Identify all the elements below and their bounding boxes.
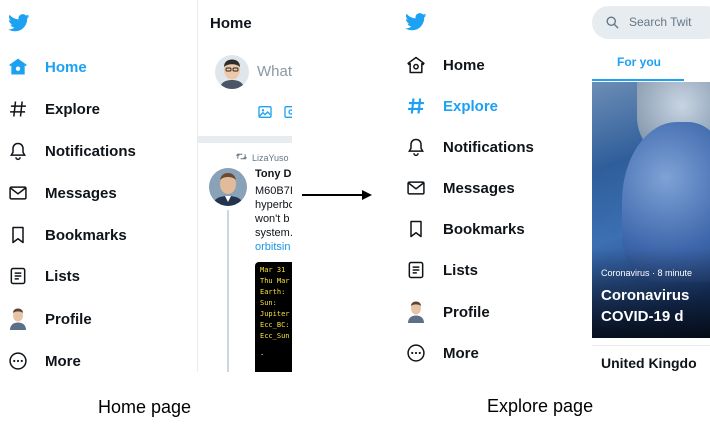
home-page-screenshot: Home Explore Notifications Messages Book… <box>0 0 292 372</box>
active-tab-indicator <box>592 79 684 81</box>
hero-meta-text: Coronavirus · 8 minute <box>601 268 693 278</box>
home-timeline: Home What LizaYuso Tony D M60B7I hyperbo… <box>197 0 292 372</box>
nav-item-more[interactable]: More <box>7 346 81 372</box>
more-icon <box>405 342 427 364</box>
hashtag-icon <box>405 95 427 117</box>
nav-item-label: Bookmarks <box>443 220 525 238</box>
tweet-text-line: hyperbo <box>255 199 292 211</box>
tweet-text-line: M60B7I <box>255 185 292 197</box>
terminal-line: Thu Mar <box>260 277 290 285</box>
retweet-indicator: LizaYuso <box>236 152 289 163</box>
nav-item-lists[interactable]: Lists <box>405 255 478 285</box>
home-icon <box>405 54 427 76</box>
bell-icon <box>405 136 427 158</box>
bell-icon <box>7 140 29 162</box>
terminal-line: Ecc_Sun <box>260 332 290 340</box>
page-title: Home <box>210 15 252 32</box>
terminal-line: Earth: <box>260 288 286 296</box>
hero-headline-line: COVID-19 d <box>601 308 684 325</box>
nav-item-label: Home <box>443 56 485 74</box>
search-placeholder: Search Twit <box>629 15 692 29</box>
nav-item-label: Explore <box>443 97 499 115</box>
nav-item-label: Messages <box>45 184 117 202</box>
tweet-terminal-image[interactable]: Mar 31 Thu Mar Earth: Sun: Jupiter Ecc_B… <box>255 262 292 372</box>
nav-item-label: Notifications <box>45 142 136 160</box>
twitter-logo-icon[interactable] <box>405 13 427 36</box>
avatar[interactable] <box>209 168 247 206</box>
terminal-line: Ecc_BC: <box>260 321 290 329</box>
terminal-line: Jupiter <box>260 310 290 318</box>
nav-item-explore[interactable]: Explore <box>405 91 498 121</box>
gif-icon[interactable] <box>283 104 292 125</box>
tab-for-you[interactable]: For you <box>592 48 684 81</box>
tweet-author-name[interactable]: Tony D <box>255 168 291 180</box>
twitter-logo-icon[interactable] <box>8 14 30 37</box>
explore-page-caption: Explore page <box>487 396 594 416</box>
nav-item-label: Home <box>45 58 87 76</box>
nav-item-lists[interactable]: Lists <box>7 261 80 291</box>
explore-main: Search Twit For you Coronavirus · 8 minu… <box>592 0 710 372</box>
search-icon <box>605 15 620 35</box>
section-divider <box>592 345 710 346</box>
tab-label: For you <box>617 55 661 69</box>
nav-item-label: Notifications <box>443 138 534 156</box>
tweet-text-line: won't b <box>255 213 290 225</box>
nav-item-label: Bookmarks <box>45 226 127 244</box>
home-page-caption: Home page <box>98 397 192 417</box>
retweet-by-text: LizaYuso <box>252 152 289 163</box>
nav-item-label: Profile <box>45 310 92 328</box>
bookmark-icon <box>7 224 29 246</box>
nav-item-home[interactable]: Home <box>405 50 485 80</box>
nav-item-more[interactable]: More <box>405 338 479 368</box>
hashtag-icon <box>7 98 29 120</box>
compose-toolbar <box>257 104 292 125</box>
more-icon <box>7 350 29 372</box>
profile-avatar <box>7 308 29 330</box>
terminal-line: Mar 31 <box>260 266 286 274</box>
nav-item-messages[interactable]: Messages <box>7 178 117 208</box>
explore-page-screenshot: Home Explore Notifications Messages Book… <box>395 0 710 372</box>
nav-item-label: Profile <box>443 303 490 321</box>
terminal-line: Sun: <box>260 299 277 307</box>
nav-item-messages[interactable]: Messages <box>405 173 515 203</box>
nav-item-home[interactable]: Home <box>7 52 87 82</box>
bookmark-icon <box>405 218 427 240</box>
tweet-body: M60B7I hyperbo won't b system. orbitsin <box>255 184 292 254</box>
nav-item-notifications[interactable]: Notifications <box>405 132 534 162</box>
nav-item-profile[interactable]: Profile <box>7 304 92 334</box>
search-input[interactable]: Search Twit <box>592 6 710 39</box>
avatar[interactable] <box>215 55 249 89</box>
image-icon[interactable] <box>257 104 273 125</box>
nav-item-label: Lists <box>45 267 81 285</box>
compose-input[interactable]: What <box>257 63 292 80</box>
section-divider <box>198 136 292 143</box>
nav-item-label: Explore <box>45 100 101 118</box>
nav-item-profile[interactable]: Profile <box>405 297 490 327</box>
hero-headline[interactable]: Coronavirus COVID-19 d <box>601 285 689 327</box>
nav-item-bookmarks[interactable]: Bookmarks <box>405 214 525 244</box>
tweet-text-line: system. <box>255 227 292 239</box>
envelope-icon <box>405 177 427 199</box>
transition-arrow-icon <box>302 190 372 200</box>
home-icon <box>7 56 29 78</box>
envelope-icon <box>7 182 29 204</box>
terminal-line: . <box>260 349 265 357</box>
nav-item-explore[interactable]: Explore <box>7 94 100 124</box>
list-icon <box>405 259 427 281</box>
nav-item-notifications[interactable]: Notifications <box>7 136 136 166</box>
retweet-icon <box>236 152 247 163</box>
tweet-link[interactable]: orbitsin <box>255 240 292 254</box>
nav-item-label: More <box>45 352 81 370</box>
thread-connector <box>227 210 229 372</box>
profile-avatar <box>405 301 427 323</box>
list-icon <box>7 265 29 287</box>
nav-item-label: Lists <box>443 261 479 279</box>
nav-item-label: Messages <box>443 179 515 197</box>
trend-section-title[interactable]: United Kingdo <box>601 355 697 371</box>
nav-item-bookmarks[interactable]: Bookmarks <box>7 220 127 250</box>
hero-headline-line: Coronavirus <box>601 287 690 304</box>
nav-item-label: More <box>443 344 479 362</box>
